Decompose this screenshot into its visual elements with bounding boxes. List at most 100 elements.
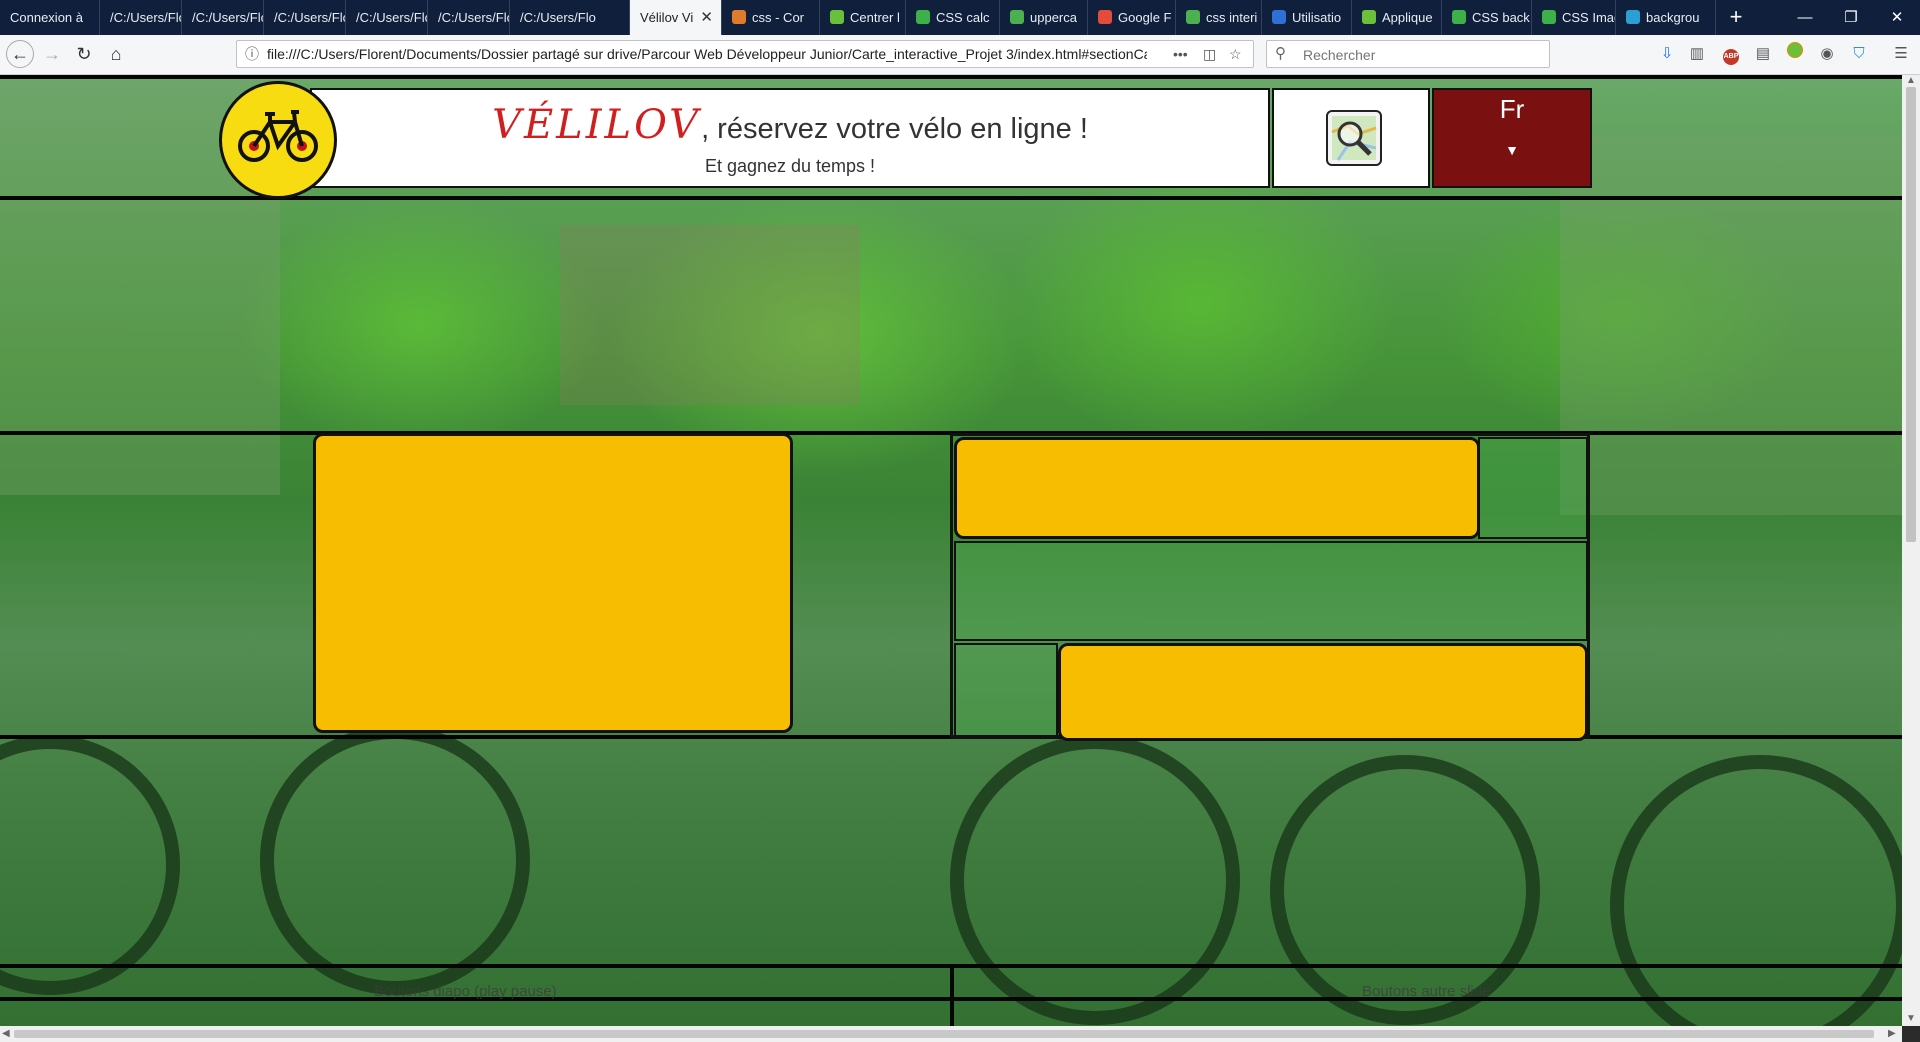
bookmark-star-icon[interactable]: ☆ [1229,41,1242,67]
menu-icon[interactable]: ☰ [1888,40,1914,68]
forward-arrow-icon[interactable]: → [38,40,66,68]
browser-tab[interactable]: Utilisatio [1262,0,1352,35]
page-actions-icon[interactable]: ••• [1173,41,1188,67]
navigation-bar: ← → ↻ ⌂ ⓘ file:///C:/Users/Florent/Docum… [0,35,1920,75]
tab-label: /C:/Users/Flo [438,10,510,25]
scroll-down-icon[interactable]: ▼ [1906,1013,1916,1024]
pocket-icon[interactable]: ◫ [1203,41,1216,67]
reload-icon[interactable]: ↻ [70,40,98,68]
browser-tab[interactable]: CSS back [1442,0,1532,35]
favicon-icon [1626,10,1640,25]
favicon-icon [1098,10,1112,25]
building-shape [1560,135,1902,515]
favicon-icon [1362,10,1376,25]
vertical-scrollbar[interactable]: ▲ ▼ [1902,75,1920,1026]
browser-tab[interactable]: upperca [1000,0,1088,35]
favicon-icon [916,10,930,25]
browser-tab[interactable]: CSS calc [906,0,1000,35]
main-panel [313,433,793,733]
browser-tab[interactable]: Centrer l [820,0,906,35]
brand-name: VÉLILOV [492,102,702,148]
tab-label: Vélilov Vi [640,10,694,25]
browser-tab[interactable]: backgrou [1616,0,1716,35]
title-banner: VÉLILOV, réservez votre vélo en ligne ! … [310,88,1270,188]
browser-tab[interactable]: CSS Imag [1532,0,1616,35]
slideshow-controls-label: Boutons diapo (play pause) [374,983,557,1000]
tab-label: CSS calc [936,10,990,25]
side-panel-top [954,437,1480,539]
close-tab-icon[interactable]: ✕ [700,0,713,35]
scroll-up-icon[interactable]: ▲ [1906,75,1916,86]
browser-tab[interactable]: css interi [1176,0,1262,35]
sidebar-icon[interactable]: ▤ [1750,40,1776,68]
side-panel-cell [954,643,1058,737]
tab-label: Google F [1118,10,1172,25]
scroll-right-icon[interactable]: ▶ [1888,1028,1896,1039]
favicon-icon [1452,10,1466,25]
extension-icon[interactable] [1782,40,1808,68]
tab-label: Applique [1382,10,1433,25]
browser-tab[interactable]: css - Cor [722,0,820,35]
horizontal-scrollbar[interactable]: ◀ ▶ [0,1026,1902,1042]
browser-tab[interactable]: /C:/Users/Flo [428,0,510,35]
library-icon[interactable]: ▥ [1684,40,1710,68]
tab-label: CSS back [1472,10,1530,25]
browser-tab[interactable]: Applique [1352,0,1442,35]
tab-label: /C:/Users/Flo [110,10,182,25]
bicycle-wheel [950,735,1240,1025]
horizontal-scroll-thumb[interactable] [14,1030,1874,1038]
vertical-scroll-thumb[interactable] [1906,87,1916,542]
map-search-button[interactable] [1326,110,1382,166]
side-panel-middle [954,541,1588,641]
download-icon[interactable]: ⇩ [1654,40,1680,68]
address-bar[interactable]: ⓘ file:///C:/Users/Florent/Documents/Dos… [236,40,1254,68]
caret-down-icon: ▼ [1505,142,1519,158]
scroll-left-icon[interactable]: ◀ [2,1028,10,1039]
browser-tab[interactable]: /C:/Users/Flo [264,0,346,35]
browser-tab[interactable]: Connexion à [0,0,100,35]
tab-label: /C:/Users/Flo [356,10,428,25]
browser-tab[interactable]: /C:/Users/Flo [100,0,182,35]
tagline: , réservez votre vélo en ligne ! [701,113,1088,145]
browser-tab[interactable]: /C:/Users/Flo [182,0,264,35]
shield-icon[interactable]: ⛉ [1846,40,1872,68]
adblock-icon[interactable]: ABP [1718,40,1744,68]
close-window-button[interactable]: ✕ [1874,0,1920,35]
browser-tab[interactable]: /C:/Users/Flo [510,0,630,35]
favicon-icon [1272,10,1286,25]
language-selector[interactable]: Fr ▼ [1432,88,1592,188]
tab-label: css - Cor [752,10,804,25]
page-viewport: VÉLILOV, réservez votre vélo en ligne ! … [0,75,1902,1026]
home-icon[interactable]: ⌂ [102,40,130,68]
side-panel-cell [1478,437,1588,539]
tab-active[interactable]: Vélilov Vi ✕ [630,0,722,35]
maximize-button[interactable]: ❐ [1828,0,1874,35]
search-input[interactable] [1301,44,1545,66]
url-text[interactable]: file:///C:/Users/Florent/Documents/Dossi… [267,41,1147,67]
tab-label: Centrer l [850,10,900,25]
search-icon: ⚲ [1275,45,1286,62]
bicycle-icon [238,110,318,162]
tab-label: upperca [1030,10,1077,25]
tab-label: Utilisatio [1292,10,1342,25]
side-panel-bottom [1058,643,1588,741]
search-box[interactable]: ⚲ [1266,40,1550,68]
tab-label: /C:/Users/Flo [192,10,264,25]
language-label: Fr [1499,94,1525,124]
tab-label: css interi [1206,10,1258,25]
back-arrow-icon[interactable]: ← [6,40,34,68]
favicon-icon [732,10,746,25]
new-tab-button[interactable]: + [1716,0,1756,35]
grid-line [0,75,1902,79]
favicon-icon [830,10,844,25]
account-icon[interactable]: ◉ [1814,40,1840,68]
favicon-icon [1010,10,1024,25]
tab-label: backgrou [1646,10,1700,25]
browser-tab[interactable]: /C:/Users/Flo [346,0,428,35]
tab-label: CSS Imag [1562,10,1616,25]
minimize-button[interactable]: — [1782,0,1828,35]
logo[interactable] [219,81,337,199]
map-panel [1272,88,1430,188]
info-icon[interactable]: ⓘ [245,41,259,67]
browser-tab[interactable]: Google F [1088,0,1176,35]
